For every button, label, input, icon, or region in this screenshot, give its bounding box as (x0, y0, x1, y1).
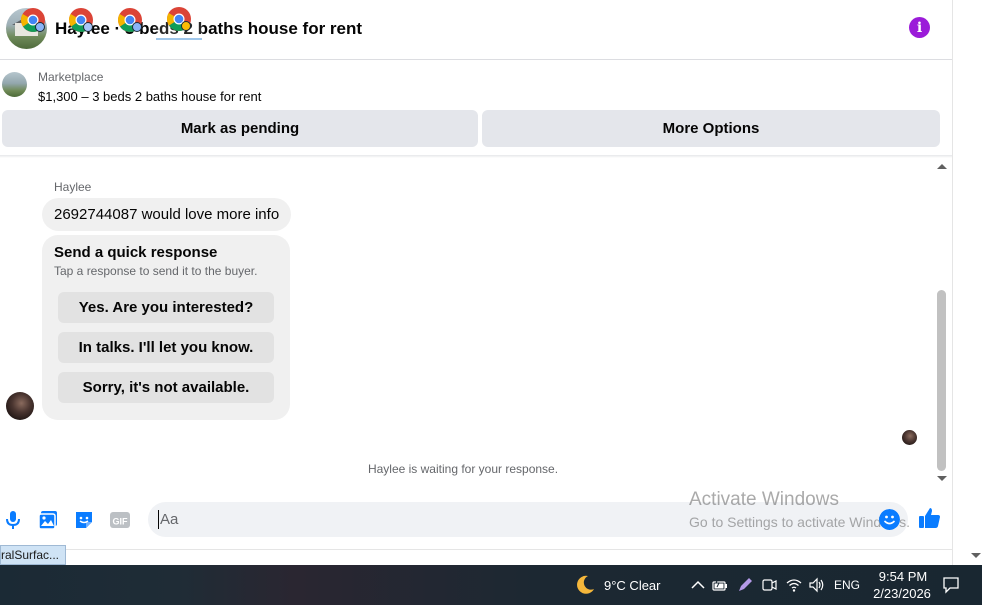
quick-response-yes-button[interactable]: Yes. Are you interested? (58, 292, 274, 323)
gif-label: GIF (113, 517, 129, 527)
clock-time[interactable]: 9:54 PM (872, 569, 934, 584)
wifi-icon[interactable] (786, 577, 802, 593)
scroll-up-arrow-icon[interactable] (936, 162, 948, 170)
activate-windows-title: Activate Windows (689, 489, 839, 510)
microphone-icon[interactable] (2, 509, 24, 531)
waiting-status: Haylee is waiting for your response. (367, 462, 559, 476)
divider (0, 549, 952, 550)
sticker-icon[interactable] (73, 509, 95, 531)
listing-thumbnail[interactable] (2, 72, 27, 97)
gif-icon[interactable]: GIF (109, 509, 131, 531)
mark-as-pending-button[interactable]: Mark as pending (2, 110, 478, 147)
taskbar-app-chrome[interactable] (107, 0, 153, 40)
photo-icon[interactable] (37, 509, 59, 531)
marketplace-label: Marketplace (38, 70, 104, 84)
taskbar-app-chrome[interactable] (58, 0, 104, 40)
chevron-up-icon[interactable] (690, 577, 706, 593)
battery-icon[interactable] (712, 577, 728, 593)
taskbar-app-chrome[interactable] (10, 0, 56, 40)
emoji-icon[interactable] (879, 509, 900, 530)
quick-response-subtitle: Tap a response to send it to the buyer. (54, 264, 258, 278)
seen-indicator-avatar (902, 430, 917, 445)
sender-avatar[interactable] (6, 392, 34, 420)
divider (0, 155, 952, 158)
quick-response-title: Send a quick response (54, 244, 218, 261)
quick-response-not-available-button[interactable]: Sorry, it's not available. (58, 372, 274, 403)
more-options-button[interactable]: More Options (482, 110, 940, 147)
chrome-icon (69, 8, 93, 32)
notification-icon[interactable] (942, 576, 960, 594)
weather-text[interactable]: 9°C Clear (604, 578, 661, 593)
quick-response-card: Send a quick response Tap a response to … (42, 235, 290, 420)
pen-icon[interactable] (737, 577, 753, 593)
message-bubble[interactable]: 2692744087 would love more info (42, 198, 292, 231)
tooltip-fragment: ralSurfac... (0, 545, 67, 565)
page-edge (952, 0, 953, 565)
clock-date[interactable]: 2/23/2026 (866, 586, 938, 601)
chrome-icon (167, 7, 191, 31)
listing-summary[interactable]: $1,300 – 3 beds 2 baths house for rent (38, 89, 261, 104)
language-indicator[interactable]: ENG (834, 578, 860, 592)
info-icon[interactable]: i (909, 17, 930, 38)
moon-icon[interactable] (574, 574, 596, 596)
scroll-down-arrow-icon[interactable] (936, 475, 948, 483)
activate-windows-subtitle: Go to Settings to activate Windows. (689, 514, 910, 530)
chrome-icon (118, 8, 142, 32)
sender-name: Haylee (54, 180, 92, 194)
chrome-icon (21, 8, 45, 32)
meet-icon[interactable] (761, 577, 777, 593)
text-caret (158, 510, 159, 529)
thumbs-up-icon[interactable] (918, 506, 942, 530)
quick-response-in-talks-button[interactable]: In talks. I'll let you know. (58, 332, 274, 363)
page-scroll-down-arrow-icon[interactable] (970, 552, 982, 560)
taskbar-app-chrome-active[interactable] (156, 0, 202, 40)
scrollbar-thumb[interactable] (937, 290, 946, 471)
volume-icon[interactable] (809, 577, 825, 593)
